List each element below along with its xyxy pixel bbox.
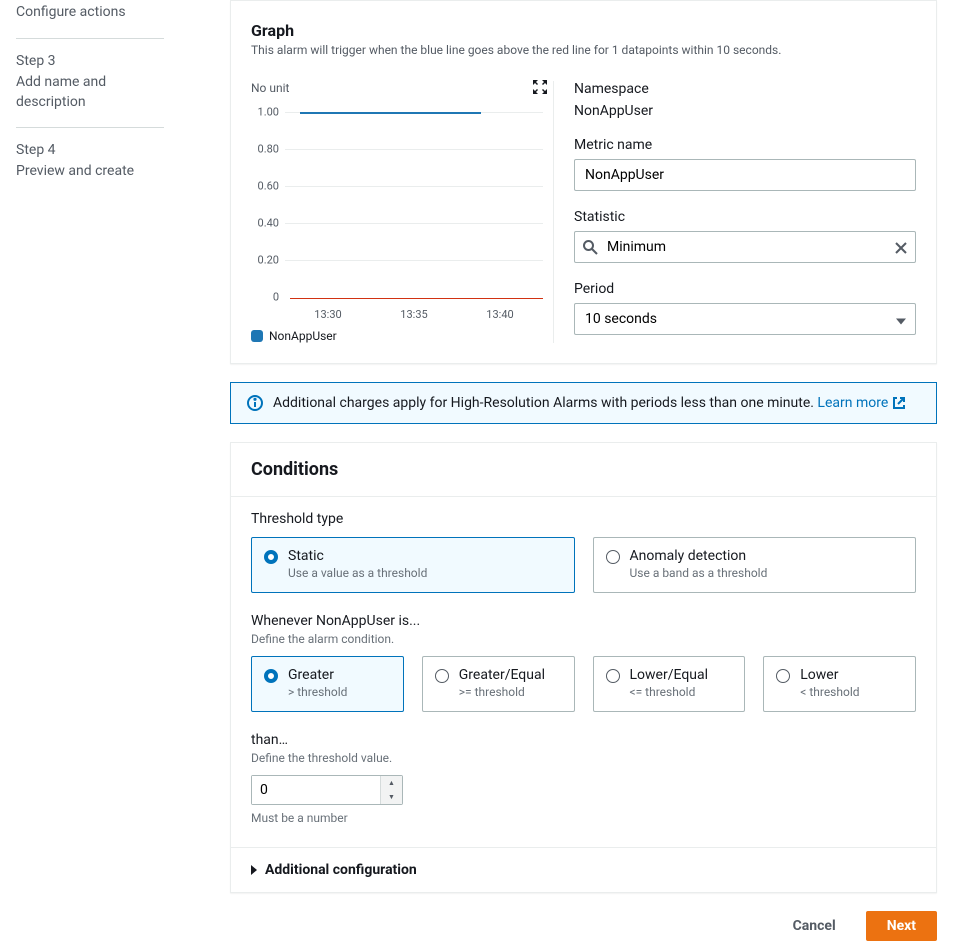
radio-icon — [435, 669, 449, 683]
external-link-icon — [892, 396, 906, 410]
tile-title: Greater/Equal — [459, 667, 562, 683]
than-hint: Define the threshold value. — [251, 751, 916, 765]
y-tick: 0.80 — [258, 143, 279, 156]
threshold-type-label: Threshold type — [251, 511, 916, 527]
radio-icon — [776, 669, 790, 683]
search-icon — [582, 239, 598, 255]
than-label: than… — [251, 732, 916, 748]
y-axis-unit-label: No unit — [251, 81, 543, 95]
next-button[interactable]: Next — [866, 911, 937, 941]
comparison-tile-greater[interactable]: Greater > threshold — [251, 656, 404, 712]
graph-heading: Graph — [251, 21, 916, 40]
tile-title: Anomaly detection — [630, 548, 904, 564]
y-tick: 1.00 — [258, 106, 279, 119]
namespace-label: Namespace — [574, 81, 916, 97]
radio-icon — [606, 669, 620, 683]
radio-icon — [264, 669, 278, 683]
cancel-button[interactable]: Cancel — [773, 911, 856, 941]
metric-name-label: Metric name — [574, 137, 916, 153]
x-tick: 13:40 — [457, 308, 543, 321]
threshold-helper-text: Must be a number — [251, 811, 916, 825]
legend-label: NonAppUser — [269, 329, 337, 343]
y-tick: 0.20 — [258, 254, 279, 267]
tile-subtitle: > threshold — [288, 685, 391, 699]
divider — [16, 38, 164, 39]
comparison-tile-greater-equal[interactable]: Greater/Equal >= threshold — [422, 656, 575, 712]
threshold-line — [290, 298, 543, 299]
tile-subtitle: >= threshold — [459, 685, 562, 699]
tile-subtitle: Use a band as a threshold — [630, 566, 904, 580]
radio-icon — [264, 550, 278, 564]
conditions-panel: Conditions Threshold type Static Use a v… — [230, 442, 937, 893]
statistic-label: Statistic — [574, 209, 916, 225]
y-tick: 0.40 — [258, 217, 279, 230]
wizard-footer: Cancel Next — [230, 911, 937, 941]
period-label: Period — [574, 281, 916, 297]
high-resolution-info-alert: Additional charges apply for High-Resolu… — [230, 382, 937, 424]
chart-plot[interactable]: 1.00 0.80 0.60 0.40 0.20 0 — [251, 107, 543, 307]
expand-chart-icon[interactable] — [532, 79, 548, 95]
metric-name-input[interactable] — [574, 159, 916, 191]
caret-right-icon — [251, 865, 257, 875]
metric-details: Namespace NonAppUser Metric name Statist… — [553, 81, 916, 343]
learn-more-link[interactable]: Learn more — [817, 395, 906, 411]
y-tick: 0.60 — [258, 180, 279, 193]
step4-title[interactable]: Preview and create — [16, 161, 164, 181]
tile-subtitle: <= threshold — [630, 685, 733, 699]
clear-icon[interactable] — [894, 240, 908, 254]
statistic-input[interactable] — [574, 231, 916, 263]
metric-line — [300, 112, 481, 114]
tile-subtitle: Use a value as a threshold — [288, 566, 562, 580]
additional-configuration-toggle[interactable]: Additional configuration — [231, 847, 936, 892]
whenever-hint: Define the alarm condition. — [251, 632, 916, 646]
stepper-down-button[interactable]: ▼ — [381, 790, 402, 804]
step4-label: Step 4 — [16, 142, 164, 158]
tile-title: Lower — [800, 667, 903, 683]
threshold-value-stepper[interactable]: ▲ ▼ — [251, 775, 403, 805]
y-tick: 0 — [273, 291, 279, 304]
wizard-sidebar: Configure actions Step 3 Add name and de… — [0, 0, 180, 951]
x-tick: 13:30 — [285, 308, 371, 321]
chevron-down-icon — [896, 310, 906, 329]
radio-icon — [606, 550, 620, 564]
threshold-value-input[interactable] — [252, 776, 380, 804]
step3-title[interactable]: Add name and description — [16, 72, 164, 113]
graph-panel: Graph This alarm will trigger when the b… — [230, 0, 937, 364]
info-icon — [247, 395, 263, 411]
comparison-tile-lower-equal[interactable]: Lower/Equal <= threshold — [593, 656, 746, 712]
sidebar-link-configure-actions[interactable]: Configure actions — [16, 0, 164, 24]
main-content: Graph This alarm will trigger when the b… — [180, 0, 975, 951]
tile-subtitle: < threshold — [800, 685, 903, 699]
period-select[interactable] — [574, 303, 916, 335]
namespace-value: NonAppUser — [574, 103, 916, 119]
comparison-tile-lower[interactable]: Lower < threshold — [763, 656, 916, 712]
threshold-tile-anomaly[interactable]: Anomaly detection Use a band as a thresh… — [593, 537, 917, 593]
tile-title: Lower/Equal — [630, 667, 733, 683]
step3-label: Step 3 — [16, 53, 164, 69]
legend-swatch — [251, 330, 263, 342]
divider — [16, 127, 164, 128]
chart-legend: NonAppUser — [251, 329, 543, 343]
graph-subtitle: This alarm will trigger when the blue li… — [251, 43, 916, 57]
tile-title: Greater — [288, 667, 391, 683]
chart-container: No unit 1.00 0.80 0.60 0.40 0.20 0 — [251, 81, 553, 343]
info-text: Additional charges apply for High-Resolu… — [273, 395, 817, 411]
stepper-up-button[interactable]: ▲ — [381, 776, 402, 790]
x-tick: 13:35 — [371, 308, 457, 321]
tile-title: Static — [288, 548, 562, 564]
whenever-label: Whenever NonAppUser is... — [251, 613, 916, 629]
threshold-tile-static[interactable]: Static Use a value as a threshold — [251, 537, 575, 593]
conditions-heading: Conditions — [231, 443, 936, 496]
